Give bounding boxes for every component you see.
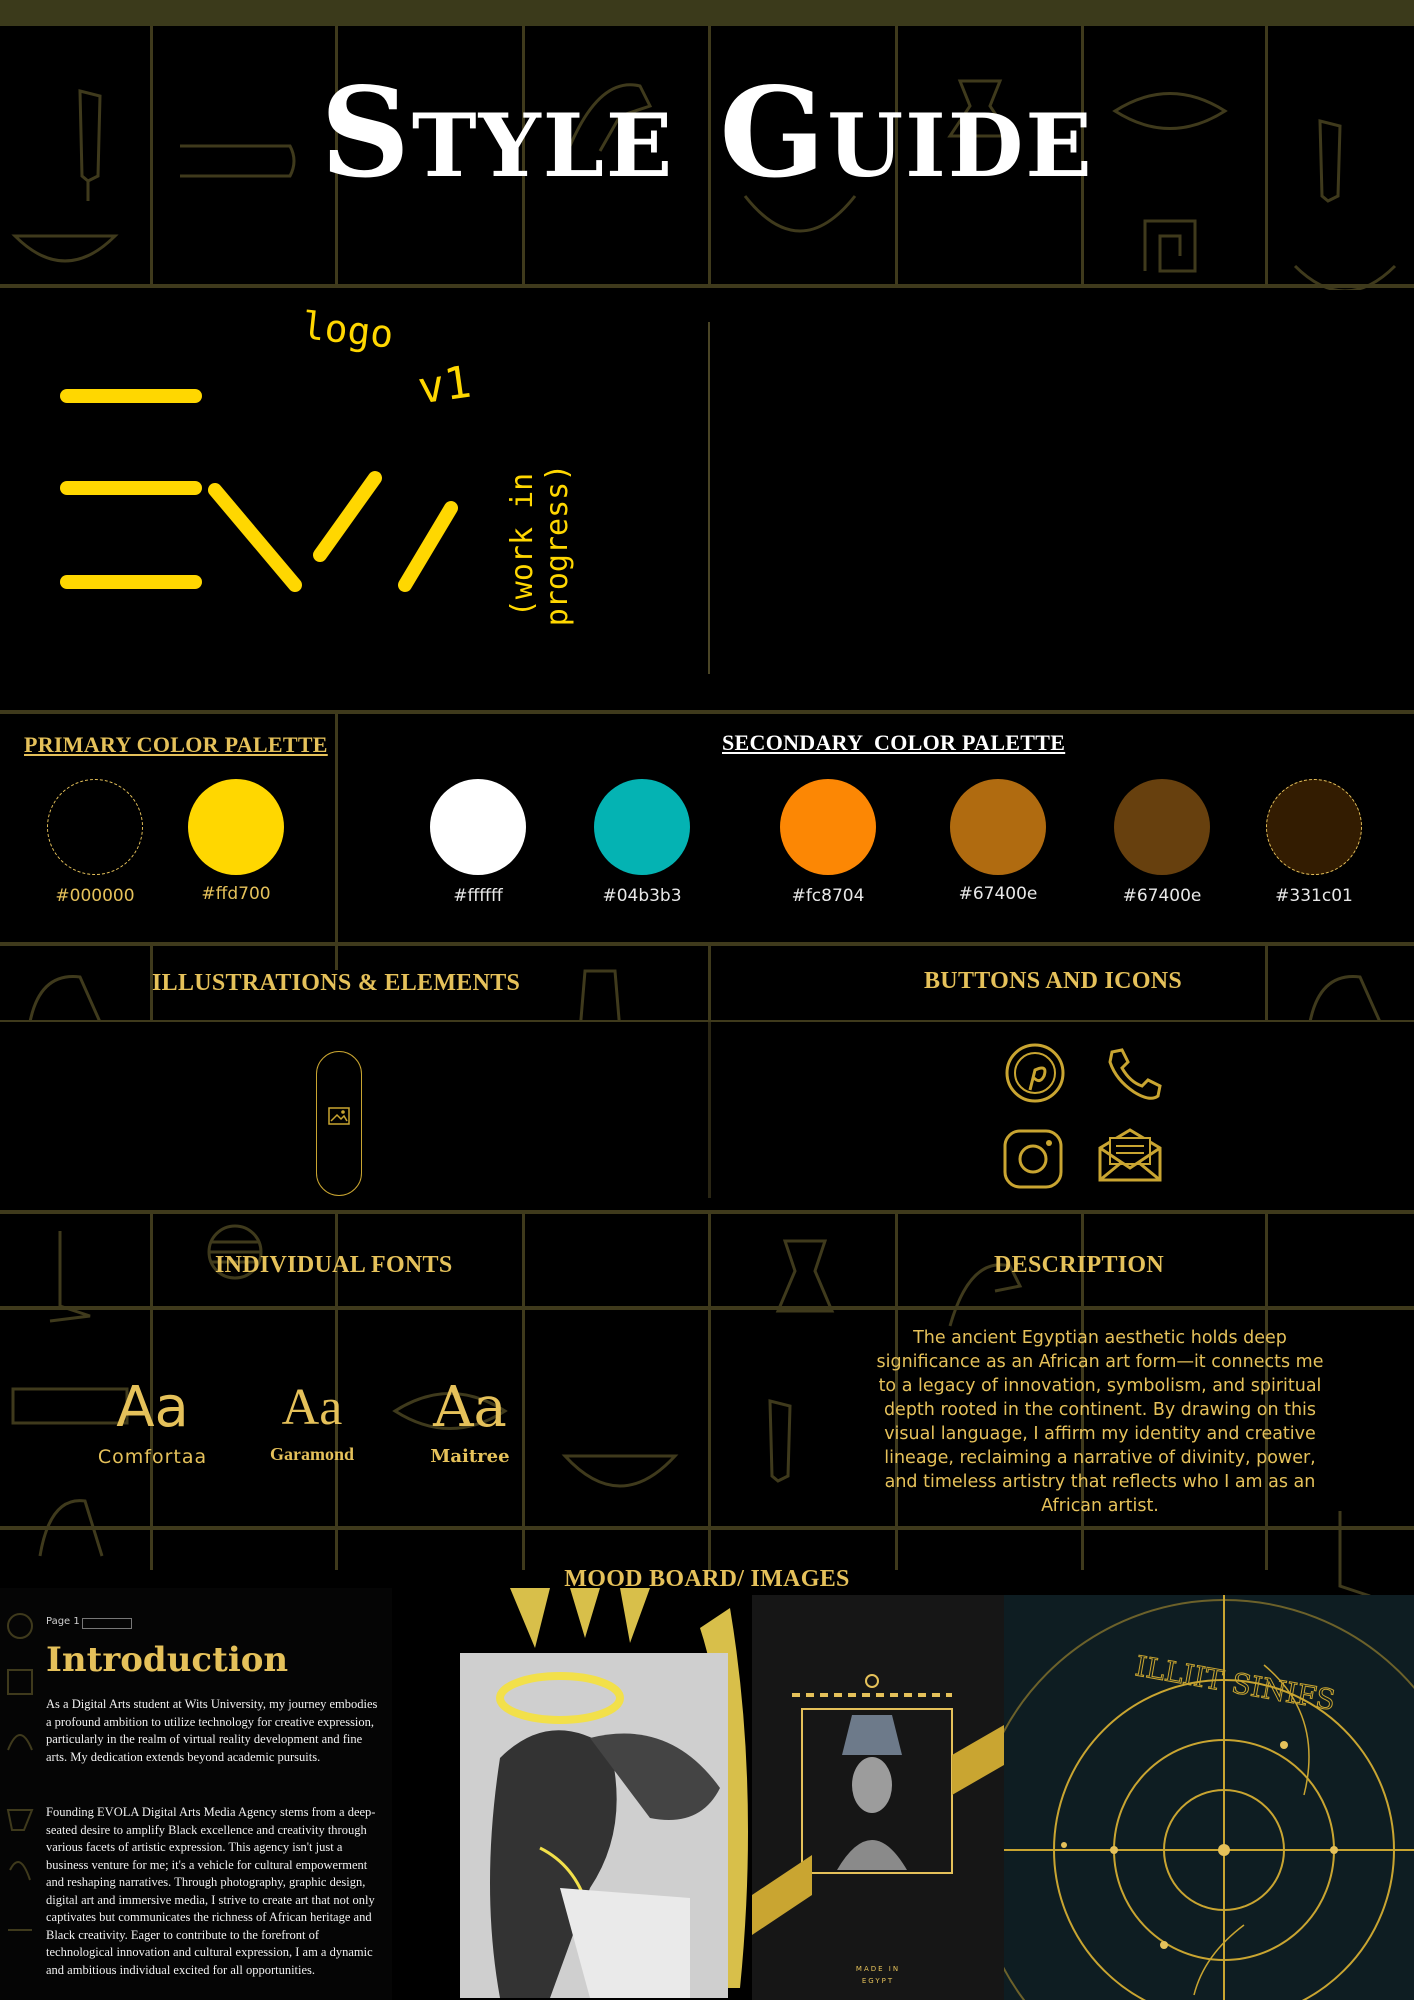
- font-sample-garamond-name: Garamond: [269, 1444, 354, 1464]
- empty-panel: [710, 290, 1414, 710]
- illustration-placeholder[interactable]: [316, 1051, 362, 1196]
- image-icon: [328, 1107, 350, 1125]
- buttons-heading: BUTTONS AND ICONS: [924, 968, 1183, 994]
- intro-page-bar: [82, 1618, 132, 1629]
- swatch-label-04b3b3: #04b3b3: [602, 886, 682, 906]
- swatch-label-000000: #000000: [55, 886, 135, 906]
- font-sample-maitree-name: Maitree: [430, 1446, 510, 1467]
- nefertiti-poster-artwork: MADE IN EGYPT: [752, 1595, 1004, 2000]
- evola-logo: [60, 389, 458, 592]
- swatch-label-fc8704: #fc8704: [791, 886, 865, 906]
- font-sample-maitree: Aa Maitree: [410, 1375, 530, 1468]
- wip-note: (work in progress): [505, 463, 575, 627]
- knife-glyph-icon-3: [768, 1399, 792, 1483]
- mood-constellation-map: ILLIIT SINIFS: [1004, 1595, 1414, 2000]
- bowl-glyph-icon-3: [561, 1454, 679, 1488]
- swatch-label-331c01: #331c01: [1275, 886, 1353, 906]
- instagram-icon[interactable]: [1002, 1128, 1064, 1190]
- font-sample-comfortaa-name: Comfortaa: [97, 1446, 208, 1468]
- illustrations-band: [0, 1022, 1414, 1198]
- description-heading: DESCRIPTION: [994, 1252, 1164, 1278]
- logo-panel: logo v1 (work in progress): [0, 290, 708, 710]
- fonts-heading: INDIVIDUAL FONTS: [215, 1252, 453, 1278]
- intro-paragraph-2: Founding EVOLA Digital Arts Media Agency…: [46, 1805, 376, 1977]
- version-note: v1: [414, 356, 475, 415]
- poster-caption-top: MADE IN: [856, 1965, 900, 1973]
- font-sample-garamond-aa: Aa: [281, 1379, 343, 1436]
- leg-glyph-icon: [49, 1231, 91, 1323]
- swatch-000000: [47, 779, 143, 875]
- mood-nefertiti-poster: MADE IN EGYPT: [752, 1595, 1004, 2000]
- intro-page-image: Page 1 Introduction As a Digital Arts st…: [0, 1588, 392, 2000]
- swatch-331c01: [1266, 779, 1362, 875]
- page-title: Style Guide: [320, 61, 1094, 206]
- swatch-label-67400e: #67400e: [1122, 886, 1202, 906]
- intro-title: Introduction: [46, 1640, 289, 1680]
- vase-glyph-icon-3: [775, 1239, 835, 1313]
- swatch-67400e: [1114, 779, 1210, 875]
- swatch-b06b10: [950, 779, 1046, 875]
- swatch-04b3b3: [594, 779, 690, 875]
- font-sample-garamond: Aa Garamond: [252, 1382, 372, 1465]
- poster-caption-bottom: EGYPT: [862, 1977, 894, 1985]
- basket-glyph-icon: [11, 234, 119, 263]
- swatch-label-ffd700: #ffd700: [201, 884, 271, 904]
- swatch-label-b06b10: #67400e: [958, 884, 1038, 904]
- primary-palette-heading: PRIMARY COLOR PALETTE: [24, 732, 328, 757]
- font-sample-comfortaa-aa: Aa: [116, 1375, 189, 1440]
- swatch-fc8704: [780, 779, 876, 875]
- pinterest-icon[interactable]: [1004, 1042, 1066, 1104]
- spiral-glyph-icon: [1143, 219, 1197, 273]
- swatch-ffd700: [188, 779, 284, 875]
- glyph-column-icon: [6, 1613, 34, 1931]
- intro-paragraph-1: As a Digital Arts student at Wits Univer…: [46, 1697, 378, 1764]
- phone-icon[interactable]: [1104, 1046, 1164, 1102]
- mail-icon[interactable]: [1096, 1126, 1164, 1184]
- swatch-ffffff: [430, 779, 526, 875]
- description-text: The ancient Egyptian aesthetic holds dee…: [876, 1328, 1324, 1516]
- constellation-map-artwork: ILLIIT SINIFS: [1004, 1595, 1414, 2000]
- intro-page-label: Page 1: [46, 1616, 80, 1627]
- logo-note: logo: [299, 303, 396, 357]
- font-sample-comfortaa: Aa Comfortaa: [90, 1375, 215, 1469]
- illustrations-heading: ILLUSTRATIONS & ELEMENTS: [152, 970, 521, 996]
- top-banner: [0, 0, 1414, 26]
- swatch-label-ffffff: #ffffff: [453, 886, 503, 906]
- secondary-palette-heading: SECONDARY COLOR PALETTE: [722, 730, 1066, 755]
- owl-glyph-icon-3: [38, 1499, 104, 1557]
- font-sample-maitree-aa: Aa: [433, 1375, 507, 1440]
- mood-artwork-figure: [440, 1588, 752, 2000]
- sunburst-figure-artwork: [460, 1588, 748, 1998]
